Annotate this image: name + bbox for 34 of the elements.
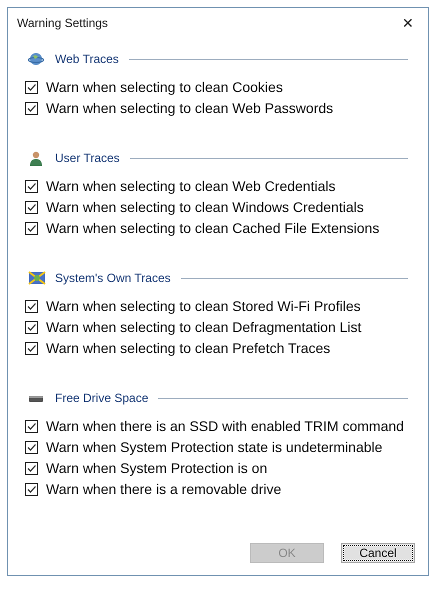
checkbox[interactable] — [25, 342, 38, 355]
checkbox-label: Warn when selecting to clean Web Passwords — [46, 99, 334, 118]
checkbox[interactable] — [25, 180, 38, 193]
checkbox[interactable] — [25, 420, 38, 433]
checkbox-label: Warn when selecting to clean Windows Credentials — [46, 198, 364, 217]
checkbox[interactable] — [25, 102, 38, 115]
checkbox-label: Warn when selecting to clean Cached File Extensions — [46, 219, 380, 238]
checkbox-label: Warn when selecting to clean Defragmentation List — [46, 318, 362, 337]
section-heading: Web Traces — [55, 51, 119, 68]
window-title: Warning Settings — [17, 15, 108, 32]
checkbox-label: Warn when there is a removable drive — [46, 480, 282, 499]
checkbox-label: Warn when selecting to clean Web Credentials — [46, 177, 336, 196]
checkbox[interactable] — [25, 201, 38, 214]
section-heading: System's Own Traces — [55, 270, 171, 287]
checkbox[interactable] — [25, 462, 38, 475]
checkbox[interactable] — [25, 222, 38, 235]
checkbox-label: Warn when selecting to clean Prefetch Traces — [46, 339, 330, 358]
section-heading: User Traces — [55, 150, 120, 167]
checkbox[interactable] — [25, 81, 38, 94]
close-button[interactable]: ✕ — [398, 16, 418, 30]
checkbox[interactable] — [25, 300, 38, 313]
checkbox[interactable] — [25, 441, 38, 454]
globe-icon — [28, 51, 44, 67]
checkbox[interactable] — [25, 483, 38, 496]
checkbox-label: Warn when System Protection is on — [46, 459, 268, 478]
checkbox-label: Warn when selecting to clean Stored Wi-Fi Profiles — [46, 297, 361, 316]
checkbox-label: Warn when selecting to clean Cookies — [46, 78, 283, 97]
dialog-button[interactable]: Cancel — [341, 543, 415, 563]
checkbox[interactable] — [25, 321, 38, 334]
section-heading: Free Drive Space — [55, 390, 148, 407]
network-icon — [28, 270, 46, 286]
checkbox-label: Warn when there is an SSD with enabled TRIM command — [46, 417, 404, 436]
user-icon — [28, 150, 44, 166]
checkbox-label: Warn when System Protection state is undeterminable — [46, 438, 382, 457]
